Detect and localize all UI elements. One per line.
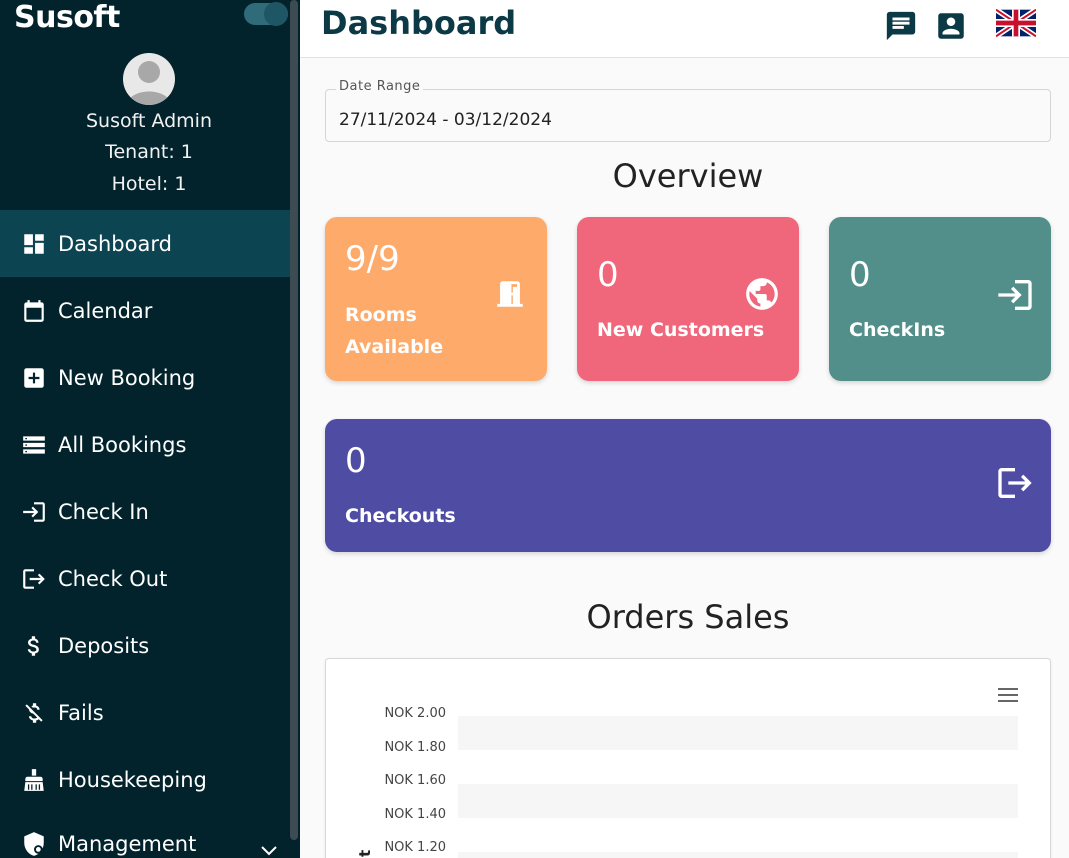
logout-icon [20, 565, 48, 593]
user-tenant: Tenant: 1 [105, 141, 193, 163]
broom-icon [20, 766, 48, 794]
account-box-icon[interactable] [934, 9, 968, 43]
sidebar-item-label: New Booking [58, 365, 196, 390]
sidebar-item-fails[interactable]: Fails [0, 679, 298, 746]
sidebar-item-dashboard[interactable]: Dashboard [0, 210, 298, 277]
sidebar-item-check-out[interactable]: Check Out [0, 545, 298, 612]
checkouts-value: 0 [345, 441, 367, 481]
y-tick-label: NOK 1.60 [384, 773, 446, 788]
dashboard-icon [20, 230, 48, 258]
chart-grid-band [458, 716, 1018, 750]
y-tick-label: NOK 1.40 [384, 807, 446, 822]
sidebar-item-label: Housekeeping [58, 767, 207, 792]
logout-icon [995, 463, 1035, 503]
y-tick-label: NOK 1.80 [384, 740, 446, 755]
overview-title: Overview [612, 157, 764, 195]
sidebar-item-label: All Bookings [58, 432, 187, 457]
sidebar-item-check-in[interactable]: Check In [0, 478, 298, 545]
rooms-available-card[interactable]: 9/9 Rooms Available [325, 217, 547, 381]
y-tick-label: NOK 2.00 [384, 706, 446, 721]
new-customers-label: New Customers [597, 319, 765, 341]
sidebar-item-housekeeping[interactable]: Housekeeping [0, 746, 298, 813]
new-customers-value: 0 [597, 255, 619, 295]
checkins-card[interactable]: 0 CheckIns [829, 217, 1051, 381]
chart-grid-band [458, 852, 1018, 858]
rooms-available-value: 9/9 [345, 239, 400, 279]
chat-icon[interactable] [884, 9, 918, 43]
globe-icon [743, 275, 783, 315]
checkouts-card[interactable]: 0 Checkouts [325, 419, 1051, 552]
chart-grid-band [458, 784, 1018, 818]
y-axis-label: t [356, 849, 374, 857]
orders-sales-chart: NOK 2.00 NOK 1.80 NOK 1.60 NOK 1.40 NOK … [325, 658, 1051, 858]
avatar[interactable] [123, 53, 175, 105]
sidebar-nav: Dashboard Calendar New Booking All Booki… [0, 210, 298, 858]
sidebar-item-label: Fails [58, 700, 104, 725]
top-header: Dashboard [300, 0, 1069, 58]
checkins-value: 0 [849, 255, 871, 295]
sidebar: Susoft Susoft Admin Tenant: 1 Hotel: 1 D… [0, 0, 300, 858]
date-range-field[interactable]: Date Range 27/11/2024 - 03/12/2024 [325, 79, 1051, 142]
sidebar-item-calendar[interactable]: Calendar [0, 277, 298, 344]
hamburger-menu-icon[interactable] [998, 687, 1020, 703]
checkins-label: CheckIns [849, 319, 946, 341]
date-range-label: Date Range [336, 79, 424, 94]
sidebar-item-label: Management [58, 832, 197, 856]
calendar-icon [20, 297, 48, 325]
login-icon [995, 275, 1035, 315]
rooms-label-line2: Available [345, 336, 444, 358]
door-icon [493, 277, 533, 317]
add-box-icon [20, 364, 48, 392]
new-customers-card[interactable]: 0 New Customers [577, 217, 799, 381]
sidebar-toggle[interactable] [244, 2, 288, 26]
sidebar-item-management[interactable]: Management [0, 813, 298, 858]
orders-sales-title: Orders Sales [586, 598, 790, 636]
brand-logo: Susoft [14, 0, 120, 35]
sidebar-item-label: Calendar [58, 298, 153, 323]
sidebar-item-all-bookings[interactable]: All Bookings [0, 411, 298, 478]
uk-flag-icon[interactable] [994, 7, 1038, 39]
user-name: Susoft Admin [85, 110, 213, 132]
login-icon [20, 498, 48, 526]
chevron-down-icon[interactable] [260, 837, 278, 858]
sidebar-item-label: Deposits [58, 633, 150, 658]
list-icon [20, 431, 48, 459]
toggle-knob [264, 2, 288, 26]
rooms-label-line1: Rooms [345, 304, 417, 326]
sidebar-item-label: Check Out [58, 566, 168, 591]
date-range-value[interactable]: 27/11/2024 - 03/12/2024 [339, 110, 552, 130]
sidebar-item-label: Check In [58, 499, 149, 524]
sidebar-item-new-booking[interactable]: New Booking [0, 344, 298, 411]
user-hotel: Hotel: 1 [111, 173, 187, 195]
page-title: Dashboard [321, 4, 517, 42]
money-off-icon [20, 699, 48, 727]
sidebar-item-deposits[interactable]: Deposits [0, 612, 298, 679]
sidebar-item-label: Dashboard [58, 231, 172, 256]
checkouts-label: Checkouts [345, 505, 456, 527]
shield-settings-icon [20, 830, 48, 858]
sidebar-scrollbar[interactable] [290, 0, 298, 840]
dollar-icon [20, 632, 48, 660]
